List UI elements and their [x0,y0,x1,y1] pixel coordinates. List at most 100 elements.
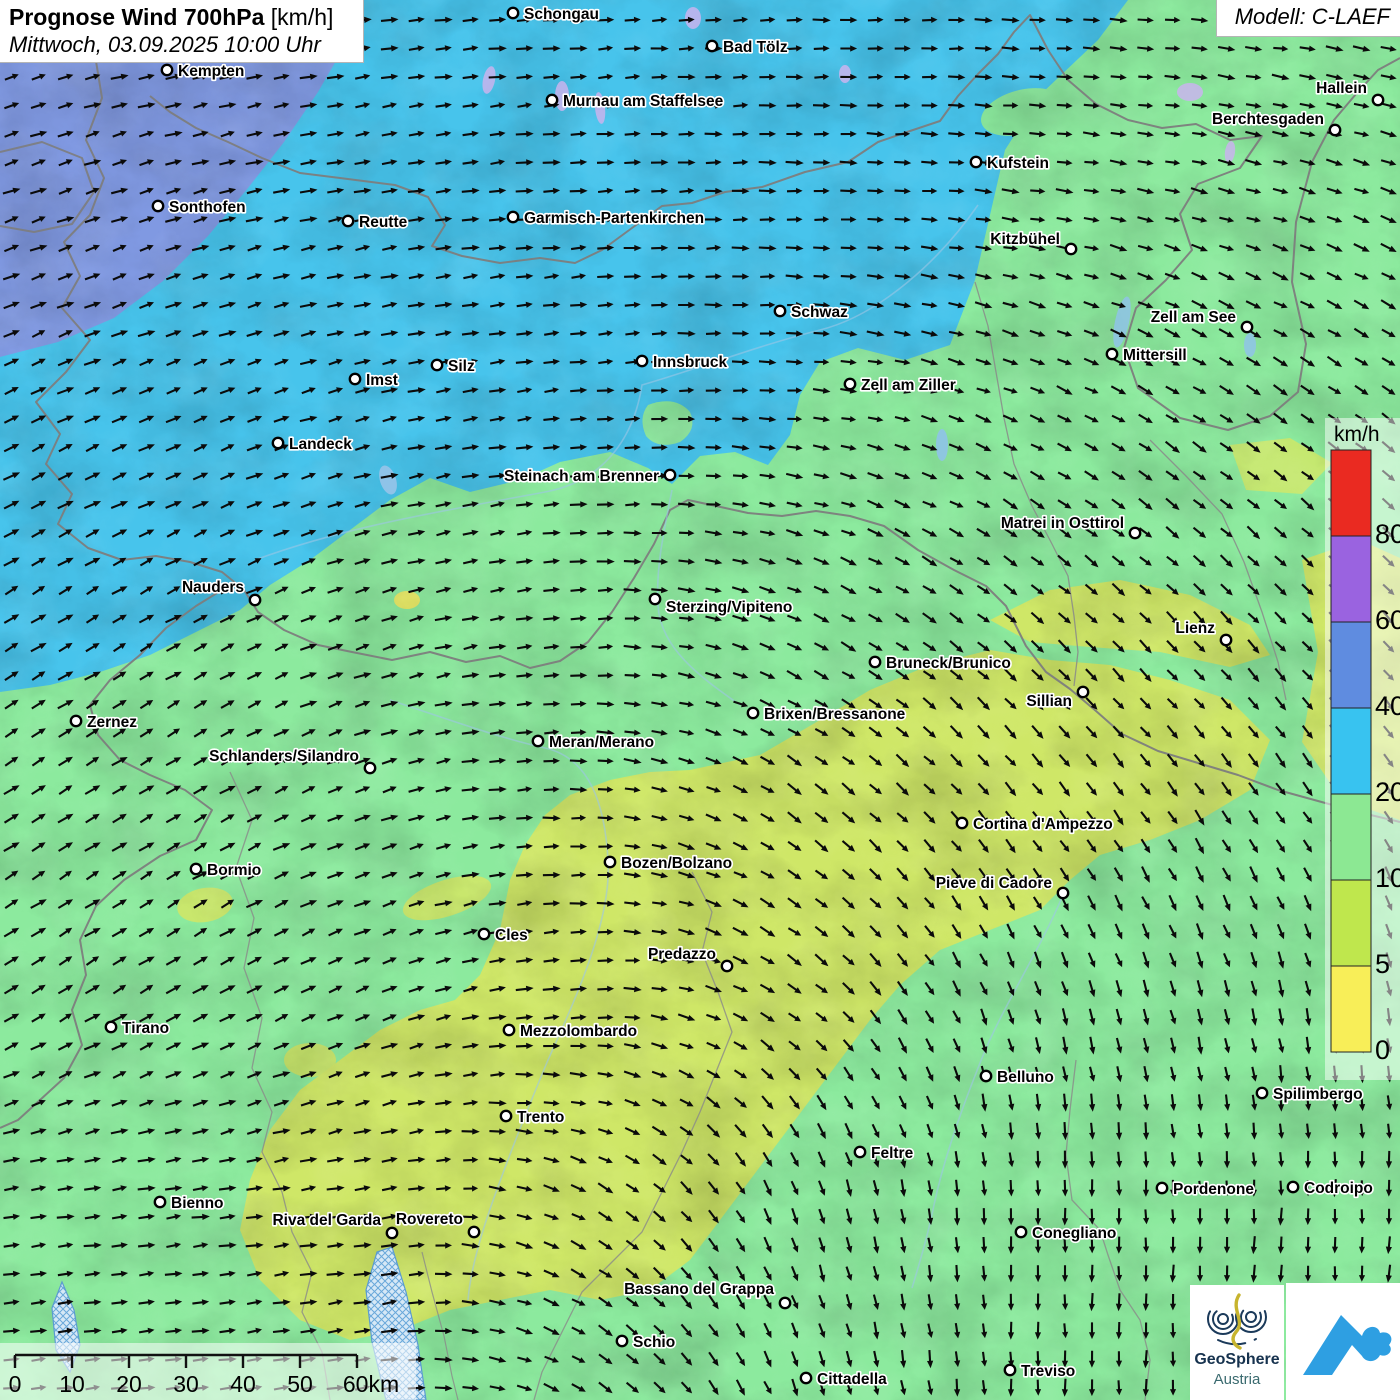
city-label: Bozen/Bolzano [621,855,732,872]
city-marker [1107,349,1117,359]
city-marker [1257,1088,1267,1098]
city-marker [432,360,442,370]
city-marker [508,212,518,222]
legend-label: 80 [1375,519,1400,549]
scalebar-label: 50 [287,1371,313,1397]
city-marker [650,594,660,604]
city-cortina-d-ampezzo: Cortina d'Ampezzo [957,816,1113,833]
scalebar-label: 40 [230,1371,256,1397]
city-label: Tirano [122,1020,169,1037]
city-marker [855,1147,865,1157]
city-label: Innsbruck [653,354,727,371]
map-title-unit: [km/h] [264,4,333,30]
city-marker [504,1025,514,1035]
geosphere-wordmark: GeoSphere [1190,1351,1284,1369]
city-label: Sillian [1026,693,1072,710]
city-marker [775,306,785,316]
city-murnau-am-staffelsee: Murnau am Staffelsee [547,93,724,110]
city-label: Steinach am Brenner [504,468,659,485]
city-label: Kufstein [987,155,1049,172]
city-marker [605,857,615,867]
scalebar-label: 30 [173,1371,199,1397]
mountain-cloud-icon [1286,1283,1400,1400]
city-label: Bienno [171,1195,224,1212]
legend-block [1331,450,1371,536]
scalebar-label: 10 [59,1371,85,1397]
city-marker [162,65,172,75]
city-marker [1157,1183,1167,1193]
city-label: Murnau am Staffelsee [563,93,724,110]
city-label: Kitzbühel [990,231,1060,248]
city-label: Bassano del Grappa [624,1281,774,1298]
city-marker [1066,244,1076,254]
city-bozen-bolzano: Bozen/Bolzano [605,855,732,872]
city-label: Rovereto [396,1211,463,1228]
city-marker [1288,1182,1298,1192]
city-marker [479,929,489,939]
city-label: Mezzolombardo [520,1023,637,1040]
city-label: Zernez [87,714,137,731]
city-marker [617,1336,627,1346]
city-label: Sonthofen [169,199,246,216]
city-marker [547,95,557,105]
city-label: Cittadella [817,1371,887,1388]
city-zell-am-ziller: Zell am Ziller [845,377,956,394]
map-valid-time: Mittwoch, 03.09.2025 10:00 Uhr [9,32,354,58]
city-label: Cortina d'Ampezzo [973,816,1113,833]
city-marker [1221,635,1231,645]
legend-label: 60 [1375,605,1400,635]
city-label: Schwaz [791,304,848,321]
city-label: Bad Tölz [723,39,788,56]
legend-label: 40 [1375,691,1400,721]
model-label-panel: Modell: C-LAEF [1216,0,1400,37]
city-label: Codroipo [1304,1180,1373,1197]
city-label: Zell am Ziller [861,377,956,394]
city-marker [665,470,675,480]
city-label: Conegliano [1032,1225,1116,1242]
city-label: Mittersill [1123,347,1187,364]
city-label: Kempten [178,63,244,80]
city-label: Feltre [871,1145,914,1162]
city-marker [748,708,758,718]
city-marker [533,736,543,746]
legend-label: 20 [1375,777,1400,807]
city-marker [722,961,732,971]
geosphere-country: Austria [1190,1371,1284,1388]
scalebar-label: 20 [116,1371,142,1397]
city-marker [365,763,375,773]
wind-speed-legend: km/h 806040201050 [1325,418,1400,1080]
city-marker [1058,888,1068,898]
city-marker [250,595,260,605]
city-bruneck-brunico: Bruneck/Brunico [870,655,1011,672]
city-label: Sterzing/Vipiteno [666,599,792,616]
city-label: Matrei in Osttirol [1001,515,1124,532]
city-label: Imst [366,372,398,389]
legend-block [1331,880,1371,966]
city-label: Treviso [1021,1363,1075,1380]
legend-block [1331,622,1371,708]
lake-achensee [936,429,948,461]
scalebar-label: 60km [343,1371,399,1397]
city-marker [1130,528,1140,538]
legend-label: 0 [1375,1035,1390,1065]
city-label: Lienz [1175,620,1215,637]
city-marker [971,157,981,167]
city-marker [707,41,717,51]
city-label: Berchtesgaden [1212,111,1324,128]
city-marker [508,8,518,18]
legend-block [1331,536,1371,622]
city-label: Zell am See [1151,309,1237,326]
forecast-map-screen: km/h 806040201050 0102030405060km Schong… [0,0,1400,1400]
weather-map: km/h 806040201050 0102030405060km Schong… [0,0,1400,1400]
city-marker [350,374,360,384]
city-label: Cles [495,927,528,944]
city-label: Pordenone [1173,1181,1254,1198]
legend-block [1331,966,1371,1052]
city-label: Garmisch-Partenkirchen [524,210,704,227]
city-meran-merano: Meran/Merano [533,734,654,751]
city-label: Pieve di Cadore [936,875,1053,892]
city-marker [1078,687,1088,697]
city-marker [957,818,967,828]
distance-scalebar: 0102030405060km [0,1343,416,1400]
city-marker [387,1228,397,1238]
